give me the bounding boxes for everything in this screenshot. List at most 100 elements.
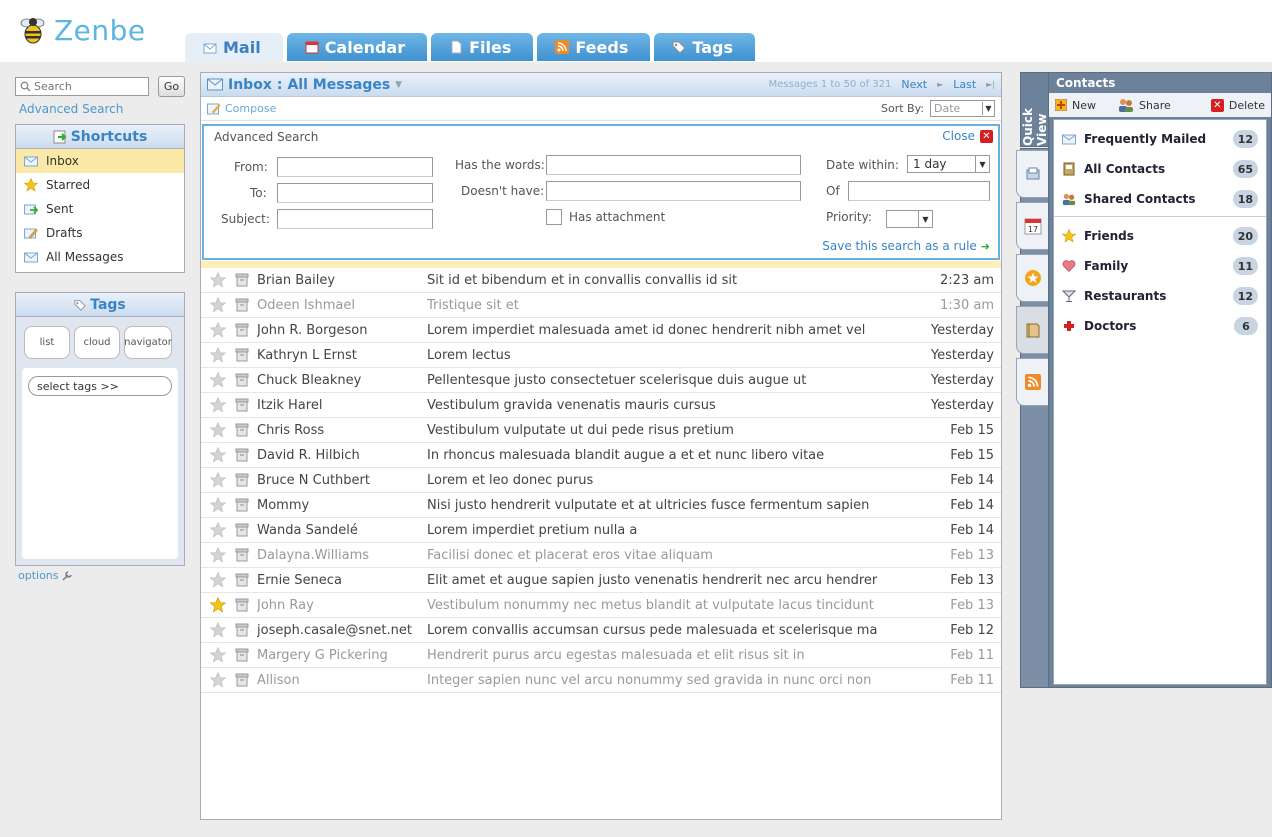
- options-link[interactable]: options: [18, 569, 73, 582]
- star-icon[interactable]: [210, 572, 226, 588]
- star-icon[interactable]: [210, 347, 226, 363]
- archive-icon[interactable]: [235, 648, 249, 662]
- shortcut-sent[interactable]: Sent: [16, 197, 184, 221]
- new-contact-button[interactable]: New: [1055, 99, 1096, 112]
- star-icon[interactable]: [210, 372, 226, 388]
- tab-calendar[interactable]: Calendar: [286, 33, 428, 61]
- advanced-search-link[interactable]: Advanced Search: [19, 102, 123, 116]
- contact-category-family[interactable]: Family 11: [1054, 251, 1266, 281]
- message-row[interactable]: Bruce N Cuthbert Lorem et leo donec purus…: [201, 468, 1001, 493]
- sort-select[interactable]: Date ▼: [930, 100, 995, 117]
- archive-icon[interactable]: [235, 548, 249, 562]
- archive-icon[interactable]: [235, 373, 249, 387]
- message-row[interactable]: Allison Integer sapien nunc vel arcu nonu…: [201, 668, 1001, 693]
- star-icon[interactable]: [210, 322, 226, 338]
- message-row[interactable]: John R. Borgeson Lorem imperdiet malesuad…: [201, 318, 1001, 343]
- contact-group-shared-contacts[interactable]: Shared Contacts 18: [1054, 184, 1266, 214]
- message-row[interactable]: Ernie Seneca Elit amet et augue sapien ju…: [201, 568, 1001, 593]
- message-row[interactable]: Brian Bailey Sit id et bibendum et in con…: [201, 268, 1001, 293]
- tag-mode-list[interactable]: list: [24, 326, 70, 359]
- star-icon[interactable]: [210, 547, 226, 563]
- star-icon[interactable]: [210, 422, 226, 438]
- tag-mode-navigator[interactable]: navigator: [124, 326, 172, 359]
- next-link[interactable]: Next: [901, 78, 927, 91]
- shortcut-drafts[interactable]: Drafts: [16, 221, 184, 245]
- message-row[interactable]: John Ray Vestibulum nonummy nec metus bla…: [201, 593, 1001, 618]
- subject-field[interactable]: [277, 209, 433, 229]
- tab-mail[interactable]: Mail: [185, 33, 283, 62]
- of-field[interactable]: [848, 181, 990, 201]
- qv-tab-calendar[interactable]: 17: [1016, 202, 1049, 250]
- star-icon[interactable]: [210, 472, 226, 488]
- qv-tab-inbox[interactable]: [1016, 150, 1049, 198]
- archive-icon[interactable]: [235, 323, 249, 337]
- quick-view-tab[interactable]: Quick View: [1020, 72, 1049, 147]
- has-words-field[interactable]: [546, 155, 801, 175]
- from-field[interactable]: [277, 157, 433, 177]
- last-link[interactable]: Last: [953, 78, 976, 91]
- star-icon[interactable]: [210, 397, 226, 413]
- message-row[interactable]: Chris Ross Vestibulum vulputate ut dui pe…: [201, 418, 1001, 443]
- star-icon[interactable]: [210, 597, 226, 613]
- app-logo[interactable]: Zenbe: [16, 12, 146, 48]
- select-tags-dropdown[interactable]: select tags >>: [28, 376, 172, 396]
- message-row[interactable]: Mommy Nisi justo hendrerit vulputate et a…: [201, 493, 1001, 518]
- star-icon[interactable]: [210, 647, 226, 663]
- save-search-as-rule-link[interactable]: Save this search as a rule ➜: [822, 239, 990, 253]
- star-icon[interactable]: [210, 297, 226, 313]
- has-attachment-checkbox[interactable]: [546, 209, 562, 225]
- archive-icon[interactable]: [235, 423, 249, 437]
- archive-icon[interactable]: [235, 498, 249, 512]
- archive-icon[interactable]: [235, 673, 249, 687]
- archive-icon[interactable]: [235, 573, 249, 587]
- message-row[interactable]: Margery G Pickering Hendrerit purus arcu …: [201, 643, 1001, 668]
- star-icon[interactable]: [210, 497, 226, 513]
- archive-icon[interactable]: [235, 598, 249, 612]
- shortcut-starred[interactable]: Starred: [16, 173, 184, 197]
- delete-contact-button[interactable]: ✕ Delete: [1210, 98, 1265, 112]
- archive-icon[interactable]: [235, 623, 249, 637]
- contact-group-all-contacts[interactable]: All Contacts 65: [1054, 154, 1266, 184]
- to-field[interactable]: [277, 183, 433, 203]
- contact-group-frequently-mailed[interactable]: Frequently Mailed 12: [1054, 124, 1266, 154]
- date-within-select[interactable]: 1 day ▼: [907, 155, 990, 173]
- archive-icon[interactable]: [235, 348, 249, 362]
- priority-select[interactable]: ▼: [886, 210, 933, 228]
- tab-feeds[interactable]: Feeds: [537, 33, 651, 61]
- message-row[interactable]: Odeen Ishmael Tristique sit et 1:30 am: [201, 293, 1001, 318]
- qv-tab-starred[interactable]: [1016, 254, 1049, 302]
- message-row[interactable]: Kathryn L Ernst Lorem lectus Yesterday: [201, 343, 1001, 368]
- search-input[interactable]: [34, 80, 144, 93]
- mail-title[interactable]: Inbox : All Messages ▼: [207, 77, 402, 93]
- star-icon[interactable]: [210, 447, 226, 463]
- archive-icon[interactable]: [235, 398, 249, 412]
- doesnt-have-field[interactable]: [546, 181, 801, 201]
- star-icon[interactable]: [210, 622, 226, 638]
- shortcut-inbox[interactable]: Inbox: [16, 149, 184, 173]
- star-icon[interactable]: [210, 272, 226, 288]
- contact-category-friends[interactable]: Friends 20: [1054, 221, 1266, 251]
- tab-files[interactable]: Files: [431, 33, 534, 61]
- tag-mode-cloud[interactable]: cloud: [74, 326, 120, 359]
- go-button[interactable]: Go: [158, 76, 185, 97]
- shortcut-all-messages[interactable]: All Messages: [16, 245, 184, 269]
- close-advanced-search[interactable]: Close ✕: [942, 129, 993, 143]
- message-row[interactable]: joseph.casale@snet.net Lorem convallis ac…: [201, 618, 1001, 643]
- archive-icon[interactable]: [235, 298, 249, 312]
- message-row[interactable]: Dalayna.Williams Facilisi donec et placer…: [201, 543, 1001, 568]
- star-icon[interactable]: [210, 672, 226, 688]
- archive-icon[interactable]: [235, 448, 249, 462]
- archive-icon[interactable]: [235, 523, 249, 537]
- contact-category-doctors[interactable]: Doctors 6: [1054, 311, 1266, 341]
- qv-tab-notes[interactable]: [1016, 306, 1049, 354]
- message-row[interactable]: Chuck Bleakney Pellentesque justo consect…: [201, 368, 1001, 393]
- archive-icon[interactable]: [235, 473, 249, 487]
- share-contacts-button[interactable]: Share: [1118, 98, 1171, 112]
- star-icon[interactable]: [210, 522, 226, 538]
- message-row[interactable]: Itzik Harel Vestibulum gravida venenatis …: [201, 393, 1001, 418]
- message-row[interactable]: David R. Hilbich In rhoncus malesuada bla…: [201, 443, 1001, 468]
- qv-tab-feeds[interactable]: [1016, 358, 1049, 406]
- contact-category-restaurants[interactable]: Restaurants 12: [1054, 281, 1266, 311]
- tab-tags[interactable]: Tags: [654, 33, 755, 61]
- compose-button[interactable]: Compose: [207, 102, 276, 115]
